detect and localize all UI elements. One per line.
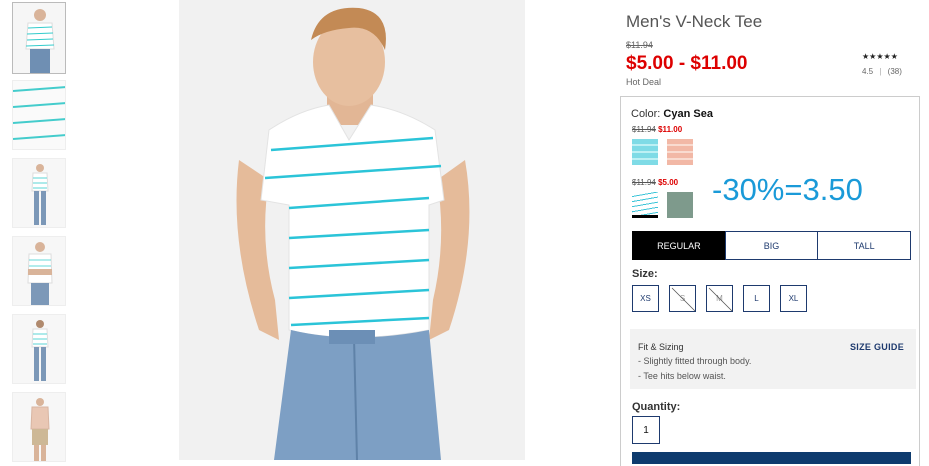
fit-sizing-title: Fit & Sizing (638, 342, 684, 352)
size-l[interactable]: L (743, 285, 770, 312)
swatch-cyan-sea-selected[interactable] (632, 192, 658, 218)
swatch-cyan[interactable] (632, 139, 658, 165)
size-s-unavailable[interactable]: S (669, 285, 696, 312)
size-guide-link[interactable]: SIZE GUIDE (850, 342, 904, 352)
color-label-text: Color: (631, 108, 661, 120)
rating-separator: | (879, 67, 882, 76)
thumbnail-front[interactable] (12, 2, 66, 74)
size-m-unavailable[interactable]: M (706, 285, 733, 312)
swatch-heather-green[interactable] (667, 192, 693, 218)
tab-big[interactable]: BIG (724, 231, 819, 260)
rating-value: 4.5 (862, 67, 874, 76)
thumbnail-fabric-detail[interactable] (12, 80, 66, 150)
original-price: $11.94 (626, 40, 653, 50)
product-title: Men's V-Neck Tee (626, 12, 763, 31)
tab-regular[interactable]: REGULAR (632, 231, 726, 260)
thumbnail-crossed-arms[interactable] (12, 236, 66, 306)
deal-label: Hot Deal (626, 77, 662, 87)
selected-color-name: Cyan Sea (663, 108, 713, 120)
color-group-sale-price: $11.00 (658, 125, 683, 134)
fit-selector: REGULAR BIG TALL (632, 231, 912, 260)
add-to-bag-button[interactable] (632, 452, 911, 464)
thumbnail-back[interactable] (12, 314, 66, 384)
review-count: (38) (887, 67, 902, 76)
color-group-strike-price: $11.94 (632, 125, 656, 134)
size-xl[interactable]: XL (780, 285, 807, 312)
color-group-strike-price: $11.94 (632, 178, 656, 187)
tab-tall[interactable]: TALL (817, 231, 912, 260)
discount-annotation: -30%=3.50 (712, 172, 863, 207)
color-group-price: $11.94 $5.00 (632, 178, 678, 187)
thumbnail-other-color[interactable] (12, 392, 66, 462)
main-product-image[interactable] (179, 0, 525, 460)
size-xs[interactable]: XS (632, 285, 659, 312)
rating-summary[interactable]: 4.5 | (38) (862, 67, 902, 76)
sale-price: $5.00 - $11.00 (626, 53, 748, 74)
color-group-price: $11.94 $11.00 (632, 125, 682, 134)
color-label: Color: Cyan Sea (631, 108, 713, 120)
quantity-input[interactable]: 1 (632, 416, 660, 444)
fit-sizing-line: - Tee hits below waist. (638, 371, 726, 381)
color-group-sale-price: $5.00 (658, 178, 679, 187)
quantity-label: Quantity: (632, 401, 681, 413)
rating-stars-icon[interactable]: ★★★★★ (862, 52, 898, 61)
fit-sizing-line: - Slightly fitted through body. (638, 356, 752, 366)
swatch-coral[interactable] (667, 139, 693, 165)
size-label: Size: (632, 268, 658, 280)
thumbnail-full-front[interactable] (12, 158, 66, 228)
